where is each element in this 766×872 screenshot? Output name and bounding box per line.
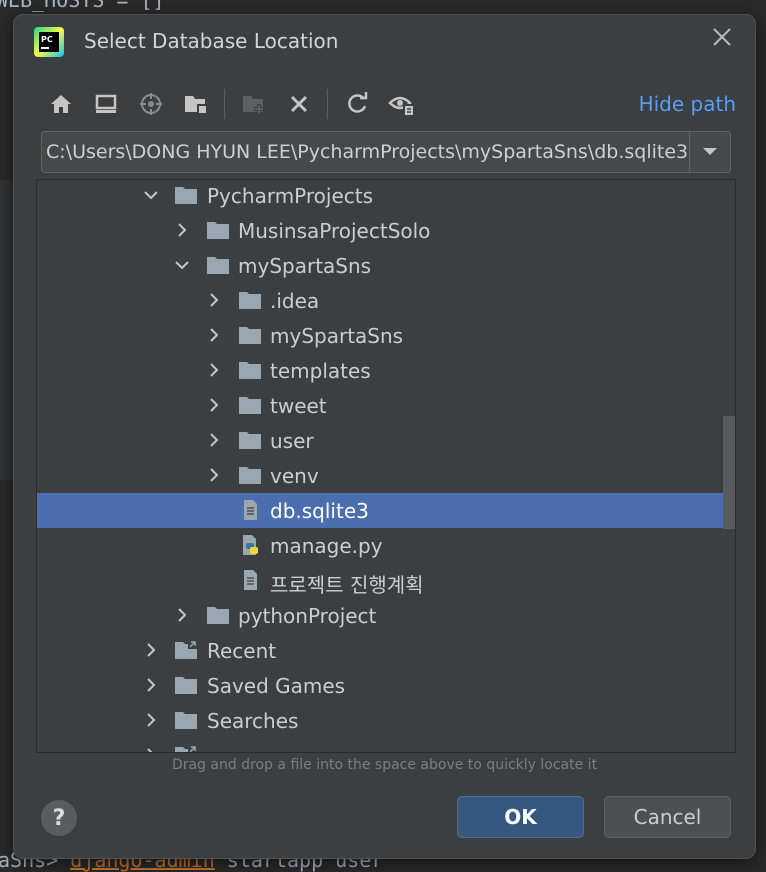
folder-icon (238, 289, 262, 311)
tree-row-label: .idea (270, 289, 320, 313)
chevron-right-icon[interactable] (143, 642, 159, 658)
tree-row-label: Searches (207, 709, 299, 733)
folder-icon (206, 604, 230, 626)
tree-row[interactable]: PycharmProjects (37, 180, 735, 213)
tree-row-label: tweet (270, 394, 327, 418)
chevron-right-icon[interactable] (206, 397, 222, 413)
toolbar-separator (327, 89, 328, 119)
tree-row-label: mySpartaSns (270, 324, 404, 348)
folder-icon (238, 394, 262, 416)
tree-row[interactable]: Recent (37, 633, 735, 668)
folder-icon (206, 254, 230, 276)
tree-row[interactable]: db.sqlite3 (37, 493, 735, 528)
path-history-dropdown[interactable] (689, 132, 730, 172)
module-icon[interactable] (179, 87, 213, 121)
chevron-right-icon[interactable] (143, 747, 159, 752)
path-input-value[interactable]: C:\Users\DONG HYUN LEE\PycharmProjects\m… (42, 141, 689, 163)
tree-row[interactable]: pythonProject (37, 598, 735, 633)
delete-icon[interactable] (282, 87, 316, 121)
tree-row-label: pythonProject (238, 604, 377, 628)
tree-row[interactable]: mySpartaSns (37, 248, 735, 283)
tree-row-label: user (270, 429, 314, 453)
tree-row-label: Saved Games (207, 674, 346, 698)
tree-row[interactable]: .idea (37, 283, 735, 318)
folder-icon (238, 429, 262, 451)
python-file-icon (238, 534, 262, 556)
chevron-right-icon[interactable] (174, 607, 190, 623)
tree-row[interactable]: MusinsaProjectSolo (37, 213, 735, 248)
home-icon[interactable] (44, 87, 78, 121)
tree-row[interactable]: tweet (37, 388, 735, 423)
tree-row-label: db.sqlite3 (270, 499, 369, 523)
chevron-right-icon[interactable] (206, 432, 222, 448)
project-icon[interactable] (134, 87, 168, 121)
tree-row-label: templates (270, 359, 371, 383)
file-icon (238, 499, 262, 521)
cancel-button[interactable]: Cancel (604, 796, 731, 838)
tree-row-label: mySpartaSns (238, 254, 372, 278)
tree-row[interactable]: user (37, 423, 735, 458)
chevron-right-icon[interactable] (143, 712, 159, 728)
tree-row-label: manage.py (270, 534, 383, 558)
chevron-down-icon[interactable] (143, 187, 159, 203)
folder-icon (174, 184, 198, 206)
folder-icon (238, 464, 262, 486)
file-tree[interactable]: Searches Saved Games Recent pythonProject 프로… (36, 179, 736, 753)
new-folder-icon[interactable] (237, 87, 271, 121)
folder-shortcut-icon (174, 639, 198, 661)
tree-row[interactable] (37, 738, 735, 752)
show-hidden-icon[interactable] (385, 87, 419, 121)
chevron-right-icon[interactable] (206, 467, 222, 483)
tree-row-label: MusinsaProjectSolo (238, 219, 431, 243)
folder-icon (238, 359, 262, 381)
desktop-icon[interactable] (89, 87, 123, 121)
scrollbar-thumb[interactable] (723, 416, 735, 529)
folder-icon (174, 674, 198, 696)
ok-button[interactable]: OK (457, 796, 584, 838)
path-field[interactable]: C:\Users\DONG HYUN LEE\PycharmProjects\m… (41, 131, 731, 173)
tree-row[interactable]: mySpartaSns (37, 318, 735, 353)
toolbar-separator (224, 89, 225, 119)
chevron-right-icon[interactable] (206, 362, 222, 378)
drag-drop-hint: Drag and drop a file into the space abov… (171, 757, 598, 773)
folder-shortcut-icon (174, 744, 198, 752)
app-icon-text: PC (41, 35, 53, 44)
tree-row[interactable]: venv (37, 458, 735, 493)
tree-row-label: 프로젝트 진행계획 (270, 573, 424, 597)
folder-icon (206, 219, 230, 241)
hide-path-link[interactable]: Hide path (639, 92, 736, 116)
background-code-line: WEB_HOSTS = [] (0, 0, 165, 12)
chevron-down-icon (703, 148, 717, 155)
tree-row[interactable]: Searches (37, 703, 735, 738)
chevron-right-icon[interactable] (206, 292, 222, 308)
dialog-title: Select Database Location (84, 29, 339, 53)
folder-icon (238, 324, 262, 346)
chevron-right-icon[interactable] (143, 677, 159, 693)
tree-row[interactable]: manage.py (37, 528, 735, 563)
chevron-right-icon[interactable] (174, 222, 190, 238)
chevron-right-icon[interactable] (206, 327, 222, 343)
file-icon (238, 569, 262, 591)
pycharm-app-icon: PC (34, 27, 64, 57)
select-database-location-dialog: PC Select Database Location Hide path C:… (13, 14, 756, 859)
file-chooser-toolbar (44, 87, 430, 121)
tree-row-label: Recent (207, 639, 277, 663)
tree-row[interactable]: 프로젝트 진행계획 (37, 563, 735, 598)
close-icon[interactable] (711, 25, 733, 53)
tree-row[interactable]: Saved Games (37, 668, 735, 703)
folder-icon (174, 709, 198, 731)
refresh-icon[interactable] (340, 87, 374, 121)
tree-row-label: PycharmProjects (207, 184, 374, 208)
help-button[interactable]: ? (41, 800, 77, 836)
dialog-title-bar[interactable]: PC Select Database Location (14, 15, 755, 67)
path-text: C:\Users\DONG HYUN LEE\PycharmProjects\m… (46, 141, 689, 163)
background-gutter (0, 180, 14, 480)
chevron-down-icon[interactable] (174, 257, 190, 273)
tree-row[interactable]: templates (37, 353, 735, 388)
tree-row-label: venv (270, 464, 319, 488)
